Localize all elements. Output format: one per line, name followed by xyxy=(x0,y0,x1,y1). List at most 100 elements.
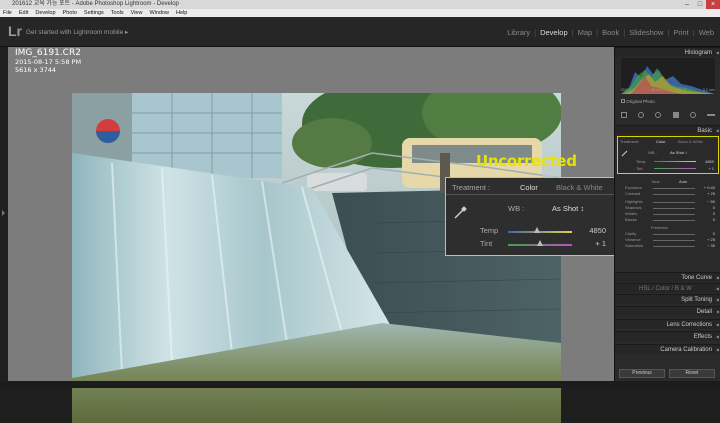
left-panel-arrow-icon[interactable] xyxy=(0,47,8,381)
filmstrip-arrow-icon[interactable] xyxy=(0,387,720,394)
hsl-header[interactable]: HSL / Color / B & W xyxy=(615,283,720,294)
menu-develop[interactable]: Develop xyxy=(35,9,55,17)
exposure-value[interactable]: + 0.40 xyxy=(704,185,715,190)
effects-header[interactable]: Effects xyxy=(615,331,720,342)
zoom-tint-value[interactable]: + 1 xyxy=(595,239,606,248)
basic-tint-value[interactable]: + 1 xyxy=(708,166,714,171)
histogram-header[interactable]: Histogram xyxy=(615,47,720,58)
shadows-track[interactable] xyxy=(653,208,695,209)
hsl-bw-tab[interactable]: B & W xyxy=(675,286,692,292)
spot-removal-icon[interactable] xyxy=(638,112,645,118)
basic-header[interactable]: Basic xyxy=(615,125,720,136)
saturation-track[interactable] xyxy=(653,246,695,247)
vibrance-track[interactable] xyxy=(653,240,695,241)
window-title: 201612 교육 가능 포트 - Adobe Photoshop Lightr… xyxy=(12,1,179,7)
red-eye-icon[interactable] xyxy=(655,112,662,118)
original-photo-checkbox[interactable] xyxy=(621,99,625,103)
photo-preview[interactable] xyxy=(72,93,561,423)
menu-help[interactable]: Help xyxy=(176,9,187,17)
saturation-row[interactable]: Saturation − 30 xyxy=(617,243,719,249)
menu-photo[interactable]: Photo xyxy=(63,9,77,17)
basic-wb-select[interactable]: As Shot ↕ xyxy=(670,150,687,155)
saturation-value[interactable]: − 30 xyxy=(707,243,715,248)
basic-eyedropper-icon[interactable] xyxy=(621,149,629,157)
basic-temp-track[interactable] xyxy=(654,161,696,162)
left-panel-collapsed[interactable] xyxy=(0,47,8,381)
original-photo-toggle[interactable]: Original Photo xyxy=(621,99,655,104)
basic-treatment-color[interactable]: Color xyxy=(656,139,666,144)
clarity-track[interactable] xyxy=(653,234,695,235)
photo-date: 2015-08-17 xyxy=(15,58,53,66)
camera-calibration-header[interactable]: Camera Calibration xyxy=(615,344,720,355)
hsl-tab[interactable]: HSL xyxy=(639,286,650,292)
tone-curve-header[interactable]: Tone Curve xyxy=(615,272,720,283)
basic-treatment-label: Treatment : xyxy=(620,139,641,144)
zoom-callout: Treatment : Color Black & White WB : As … xyxy=(445,177,615,256)
zoom-treatment-color[interactable]: Color xyxy=(520,183,538,192)
menu-view[interactable]: View xyxy=(131,9,143,17)
menu-window[interactable]: Window xyxy=(149,9,169,17)
highlights-track[interactable] xyxy=(653,202,695,203)
module-separator: | xyxy=(667,28,670,37)
original-photo-label: Original Photo xyxy=(626,99,655,104)
module-slideshow[interactable]: Slideshow xyxy=(629,28,663,37)
basic-treatment-bw[interactable]: Black & White xyxy=(678,139,703,144)
identity-plate[interactable]: Get started with Lightroom mobile ▸ xyxy=(26,28,128,36)
contrast-track[interactable] xyxy=(653,194,695,195)
module-web[interactable]: Web xyxy=(699,28,714,37)
exposure-track[interactable] xyxy=(653,188,695,189)
zoom-eyedropper-icon[interactable] xyxy=(452,205,468,221)
previous-button[interactable]: Previous xyxy=(619,369,665,378)
blacks-label: Blacks xyxy=(625,217,637,222)
whites-track[interactable] xyxy=(653,214,695,215)
lens-corrections-header[interactable]: Lens Corrections xyxy=(615,319,720,330)
split-toning-header[interactable]: Split Toning xyxy=(615,294,720,305)
menu-file[interactable]: File xyxy=(3,9,12,17)
module-book[interactable]: Book xyxy=(602,28,619,37)
vibrance-value[interactable]: + 25 xyxy=(707,237,715,242)
crop-tool-icon[interactable] xyxy=(621,112,627,118)
zoom-tint-slider-thumb[interactable] xyxy=(537,240,543,246)
basic-wb-section: Treatment : Color Black & White WB : As … xyxy=(617,136,719,174)
whites-value[interactable]: 0 xyxy=(713,211,715,216)
blacks-row[interactable]: Blacks 0 xyxy=(617,217,719,225)
highlights-label: Highlights xyxy=(625,199,643,204)
contrast-value[interactable]: + 25 xyxy=(707,191,715,196)
tone-label: Tone xyxy=(651,179,660,184)
reset-button[interactable]: Reset xyxy=(669,369,715,378)
menu-tools[interactable]: Tools xyxy=(111,9,124,17)
filmstrip-collapsed[interactable] xyxy=(0,381,720,392)
presence-label: Presence xyxy=(651,225,668,230)
shadows-value[interactable]: 0 xyxy=(713,205,715,210)
menu-edit[interactable]: Edit xyxy=(19,9,28,17)
module-library[interactable]: Library xyxy=(507,28,530,37)
module-map[interactable]: Map xyxy=(578,28,593,37)
basic-tint-track[interactable] xyxy=(654,168,696,169)
tone-auto-button[interactable]: Auto xyxy=(679,179,687,184)
blacks-track[interactable] xyxy=(653,220,695,221)
zoom-temp-value[interactable]: 4850 xyxy=(589,226,606,235)
saturation-label: Saturation xyxy=(625,243,644,248)
maximize-icon[interactable]: □ xyxy=(693,0,707,9)
close-icon[interactable]: × xyxy=(706,0,720,9)
zoom-wb-select[interactable]: As Shot ↕ xyxy=(552,204,584,213)
blacks-value[interactable]: 0 xyxy=(713,217,715,222)
highlights-value[interactable]: − 50 xyxy=(707,199,715,204)
zoom-treatment-bw[interactable]: Black & White xyxy=(556,183,603,192)
detail-header[interactable]: Detail xyxy=(615,306,720,317)
menu-settings[interactable]: Settings xyxy=(84,9,104,17)
graduated-filter-icon[interactable] xyxy=(672,112,679,118)
minimize-icon[interactable]: – xyxy=(680,0,694,9)
zoom-temp-track[interactable] xyxy=(508,231,572,233)
hsl-color-tab[interactable]: Color xyxy=(655,286,669,292)
contrast-row[interactable]: Contrast + 25 xyxy=(617,191,719,199)
basic-wb-label: WB : xyxy=(648,150,657,155)
radial-filter-icon[interactable] xyxy=(689,112,696,118)
adjustment-brush-icon[interactable] xyxy=(706,114,715,116)
clarity-value[interactable]: 0 xyxy=(713,231,715,236)
module-print[interactable]: Print xyxy=(673,28,688,37)
module-develop[interactable]: Develop xyxy=(540,28,568,37)
histogram-iso: ISO 125 xyxy=(621,88,635,92)
basic-temp-value[interactable]: 4850 xyxy=(705,159,714,164)
zoom-temp-slider-thumb[interactable] xyxy=(533,227,540,233)
